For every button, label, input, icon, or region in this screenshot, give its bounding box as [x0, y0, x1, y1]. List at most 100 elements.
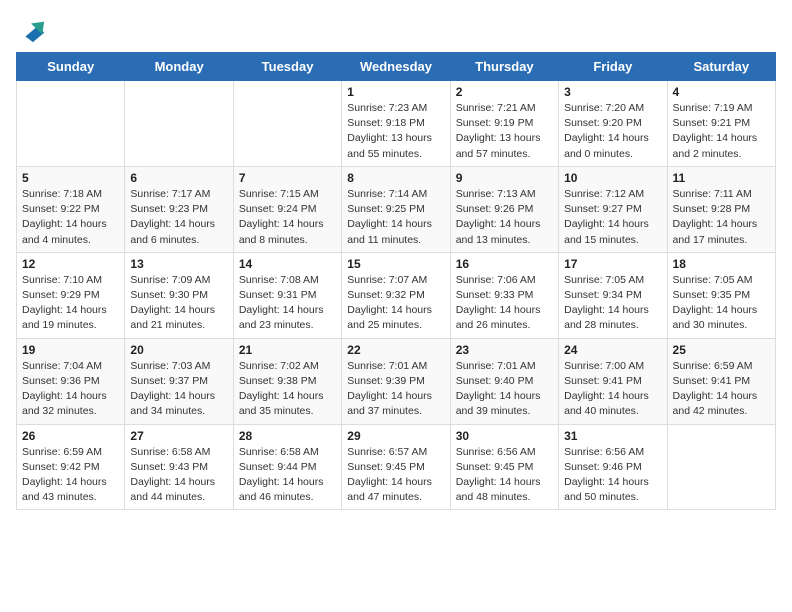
calendar-cell: 23 Sunrise: 7:01 AMSunset: 9:40 PMDayligh…	[450, 338, 558, 424]
day-info: Sunrise: 6:59 AMSunset: 9:42 PMDaylight:…	[22, 445, 119, 506]
day-number: 14	[239, 257, 336, 271]
calendar-cell: 15Sunrise: 7:07 AMSunset: 9:32 PMDayligh…	[342, 252, 450, 338]
day-info: Sunrise: 7:02 AMSunset: 9:38 PMDaylight:…	[239, 359, 336, 420]
calendar-cell: 19 Sunrise: 7:04 AMSunset: 9:36 PMDayligh…	[17, 338, 125, 424]
day-info: Sunrise: 7:11 AMSunset: 9:28 PMDaylight:…	[673, 187, 770, 248]
calendar-cell: 16 Sunrise: 7:06 AMSunset: 9:33 PMDayligh…	[450, 252, 558, 338]
page-header	[16, 16, 776, 44]
day-number: 5	[22, 171, 119, 185]
calendar-cell	[667, 424, 775, 510]
day-number: 1	[347, 85, 444, 99]
day-info: Sunrise: 7:05 AMSunset: 9:35 PMDaylight:…	[673, 273, 770, 334]
calendar-cell	[17, 81, 125, 167]
day-number: 7	[239, 171, 336, 185]
day-number: 23	[456, 343, 553, 357]
calendar-cell: 8 Sunrise: 7:14 AMSunset: 9:25 PMDaylight…	[342, 166, 450, 252]
day-number: 27	[130, 429, 227, 443]
day-info: Sunrise: 7:00 AMSunset: 9:41 PMDaylight:…	[564, 359, 661, 420]
calendar-cell: 27Sunrise: 6:58 AMSunset: 9:43 PMDayligh…	[125, 424, 233, 510]
day-number: 28	[239, 429, 336, 443]
calendar-header-sunday: Sunday	[17, 53, 125, 81]
calendar-cell	[233, 81, 341, 167]
day-info: Sunrise: 7:18 AMSunset: 9:22 PMDaylight:…	[22, 187, 119, 248]
calendar-cell: 20 Sunrise: 7:03 AMSunset: 9:37 PMDayligh…	[125, 338, 233, 424]
day-number: 24	[564, 343, 661, 357]
day-info: Sunrise: 7:08 AMSunset: 9:31 PMDaylight:…	[239, 273, 336, 334]
day-number: 4	[673, 85, 770, 99]
day-number: 3	[564, 85, 661, 99]
calendar-week-row: 26 Sunrise: 6:59 AMSunset: 9:42 PMDayligh…	[17, 424, 776, 510]
calendar-table: SundayMondayTuesdayWednesdayThursdayFrid…	[16, 52, 776, 510]
calendar-cell: 21Sunrise: 7:02 AMSunset: 9:38 PMDayligh…	[233, 338, 341, 424]
calendar-cell: 11 Sunrise: 7:11 AMSunset: 9:28 PMDayligh…	[667, 166, 775, 252]
calendar-cell: 25 Sunrise: 6:59 AMSunset: 9:41 PMDayligh…	[667, 338, 775, 424]
day-info: Sunrise: 7:14 AMSunset: 9:25 PMDaylight:…	[347, 187, 444, 248]
logo-icon	[18, 16, 46, 44]
day-info: Sunrise: 7:07 AMSunset: 9:32 PMDaylight:…	[347, 273, 444, 334]
day-info: Sunrise: 7:04 AMSunset: 9:36 PMDaylight:…	[22, 359, 119, 420]
calendar-cell: 9 Sunrise: 7:13 AMSunset: 9:26 PMDaylight…	[450, 166, 558, 252]
calendar-cell: 31 Sunrise: 6:56 AMSunset: 9:46 PMDayligh…	[559, 424, 667, 510]
calendar-header-tuesday: Tuesday	[233, 53, 341, 81]
calendar-cell: 13 Sunrise: 7:09 AMSunset: 9:30 PMDayligh…	[125, 252, 233, 338]
day-number: 2	[456, 85, 553, 99]
day-number: 11	[673, 171, 770, 185]
calendar-header-thursday: Thursday	[450, 53, 558, 81]
day-number: 22	[347, 343, 444, 357]
calendar-cell	[125, 81, 233, 167]
day-number: 25	[673, 343, 770, 357]
calendar-cell: 4Sunrise: 7:19 AMSunset: 9:21 PMDaylight…	[667, 81, 775, 167]
calendar-header-monday: Monday	[125, 53, 233, 81]
calendar-week-row: 5 Sunrise: 7:18 AMSunset: 9:22 PMDaylight…	[17, 166, 776, 252]
calendar-cell: 7Sunrise: 7:15 AMSunset: 9:24 PMDaylight…	[233, 166, 341, 252]
day-info: Sunrise: 7:23 AMSunset: 9:18 PMDaylight:…	[347, 101, 444, 162]
day-number: 16	[456, 257, 553, 271]
day-number: 29	[347, 429, 444, 443]
day-info: Sunrise: 7:20 AMSunset: 9:20 PMDaylight:…	[564, 101, 661, 162]
day-number: 12	[22, 257, 119, 271]
calendar-cell: 17 Sunrise: 7:05 AMSunset: 9:34 PMDayligh…	[559, 252, 667, 338]
day-number: 8	[347, 171, 444, 185]
calendar-cell: 10Sunrise: 7:12 AMSunset: 9:27 PMDayligh…	[559, 166, 667, 252]
day-number: 6	[130, 171, 227, 185]
calendar-cell: 18 Sunrise: 7:05 AMSunset: 9:35 PMDayligh…	[667, 252, 775, 338]
day-number: 20	[130, 343, 227, 357]
calendar-cell: 5 Sunrise: 7:18 AMSunset: 9:22 PMDaylight…	[17, 166, 125, 252]
calendar-cell: 29 Sunrise: 6:57 AMSunset: 9:45 PMDayligh…	[342, 424, 450, 510]
calendar-header-saturday: Saturday	[667, 53, 775, 81]
calendar-cell: 24 Sunrise: 7:00 AMSunset: 9:41 PMDayligh…	[559, 338, 667, 424]
day-number: 17	[564, 257, 661, 271]
day-number: 31	[564, 429, 661, 443]
calendar-cell: 2 Sunrise: 7:21 AMSunset: 9:19 PMDaylight…	[450, 81, 558, 167]
calendar-cell: 6 Sunrise: 7:17 AMSunset: 9:23 PMDaylight…	[125, 166, 233, 252]
day-number: 26	[22, 429, 119, 443]
day-number: 18	[673, 257, 770, 271]
day-info: Sunrise: 7:13 AMSunset: 9:26 PMDaylight:…	[456, 187, 553, 248]
calendar-header-wednesday: Wednesday	[342, 53, 450, 81]
logo	[16, 16, 46, 44]
day-info: Sunrise: 6:59 AMSunset: 9:41 PMDaylight:…	[673, 359, 770, 420]
day-number: 13	[130, 257, 227, 271]
day-info: Sunrise: 7:17 AMSunset: 9:23 PMDaylight:…	[130, 187, 227, 248]
day-number: 19	[22, 343, 119, 357]
calendar-week-row: 12 Sunrise: 7:10 AMSunset: 9:29 PMDayligh…	[17, 252, 776, 338]
calendar-cell: 12 Sunrise: 7:10 AMSunset: 9:29 PMDayligh…	[17, 252, 125, 338]
calendar-cell: 30 Sunrise: 6:56 AMSunset: 9:45 PMDayligh…	[450, 424, 558, 510]
day-info: Sunrise: 7:05 AMSunset: 9:34 PMDaylight:…	[564, 273, 661, 334]
day-info: Sunrise: 7:01 AMSunset: 9:40 PMDaylight:…	[456, 359, 553, 420]
day-number: 30	[456, 429, 553, 443]
calendar-cell: 3 Sunrise: 7:20 AMSunset: 9:20 PMDaylight…	[559, 81, 667, 167]
day-info: Sunrise: 7:03 AMSunset: 9:37 PMDaylight:…	[130, 359, 227, 420]
day-info: Sunrise: 7:10 AMSunset: 9:29 PMDaylight:…	[22, 273, 119, 334]
day-info: Sunrise: 7:21 AMSunset: 9:19 PMDaylight:…	[456, 101, 553, 162]
day-info: Sunrise: 7:09 AMSunset: 9:30 PMDaylight:…	[130, 273, 227, 334]
day-info: Sunrise: 7:06 AMSunset: 9:33 PMDaylight:…	[456, 273, 553, 334]
day-number: 9	[456, 171, 553, 185]
day-info: Sunrise: 6:57 AMSunset: 9:45 PMDaylight:…	[347, 445, 444, 506]
calendar-cell: 28Sunrise: 6:58 AMSunset: 9:44 PMDayligh…	[233, 424, 341, 510]
day-info: Sunrise: 6:56 AMSunset: 9:46 PMDaylight:…	[564, 445, 661, 506]
calendar-cell: 14 Sunrise: 7:08 AMSunset: 9:31 PMDayligh…	[233, 252, 341, 338]
calendar-header-friday: Friday	[559, 53, 667, 81]
day-info: Sunrise: 6:56 AMSunset: 9:45 PMDaylight:…	[456, 445, 553, 506]
calendar-cell: 22Sunrise: 7:01 AMSunset: 9:39 PMDayligh…	[342, 338, 450, 424]
